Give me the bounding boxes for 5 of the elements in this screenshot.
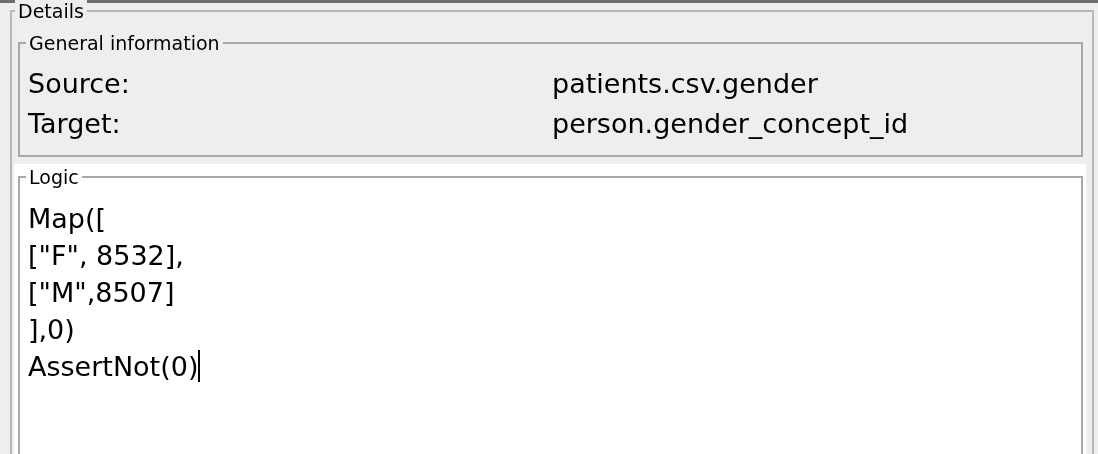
field-value: patients.csv.gender (552, 67, 819, 101)
field-value: person.gender_concept_id (552, 107, 910, 141)
field-label: Source: (28, 67, 131, 101)
field-label: Target: (28, 107, 122, 141)
logic-title: Logic (26, 166, 82, 188)
